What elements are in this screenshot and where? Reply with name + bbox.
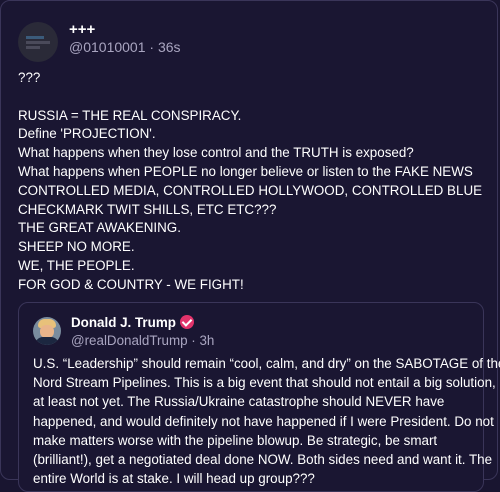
post-card[interactable]: +++ @01010001 · 36s ??? RUSSIA = THE REA… bbox=[0, 0, 500, 492]
quoted-author-handle[interactable]: @realDonaldTrump bbox=[71, 333, 188, 348]
avatar-graphic bbox=[26, 46, 40, 49]
post-body: ??? RUSSIA = THE REAL CONSPIRACY. Define… bbox=[18, 69, 488, 295]
author-display-name[interactable]: +++ bbox=[69, 21, 95, 38]
quoted-post-line: U.S. “Leadership” should remain “cool, c… bbox=[33, 356, 500, 371]
author-handle-line: @01010001 · 36s bbox=[69, 39, 181, 55]
post-timestamp[interactable]: 36s bbox=[158, 39, 181, 55]
post-line: ??? bbox=[18, 70, 41, 85]
post-line: CHECKMARK TWIT SHILLS, ETC ETC??? bbox=[18, 201, 277, 217]
quoted-post-body: U.S. “Leadership” should remain “cool, c… bbox=[33, 354, 500, 488]
quoted-post-line: entire World is at stake. I will head up… bbox=[33, 471, 315, 487]
post-line: WE, THE PEOPLE. bbox=[18, 257, 135, 273]
post-line: RUSSIA = THE REAL CONSPIRACY. bbox=[18, 107, 242, 123]
quoted-author-avatar[interactable] bbox=[33, 317, 61, 345]
post-line: FOR GOD & COUNTRY - WE FIGHT! bbox=[18, 276, 244, 292]
post-line-blank bbox=[18, 88, 488, 107]
quoted-author-handle-line: @realDonaldTrump · 3h bbox=[71, 333, 214, 348]
quoted-post-line: Nord Stream Pipelines. This is a big eve… bbox=[33, 375, 496, 391]
quoted-author-name-line: Donald J. Trump bbox=[71, 315, 194, 330]
verified-badge-icon bbox=[179, 315, 194, 329]
avatar-graphic bbox=[26, 41, 50, 44]
post-line: What happens when PEOPLE no longer belie… bbox=[18, 163, 473, 179]
post-line: CONTROLLED MEDIA, CONTROLLED HOLLYWOOD, … bbox=[18, 182, 483, 198]
post-line: What happens when they lose control and … bbox=[18, 145, 414, 161]
avatar-graphic bbox=[26, 36, 44, 39]
quoted-post-line: (brilliant!), get a negotiated deal done… bbox=[33, 452, 493, 468]
quoted-post-line: make matters worse with the pipeline blo… bbox=[33, 432, 438, 448]
author-handle[interactable]: @01010001 bbox=[69, 39, 146, 55]
avatar-graphic bbox=[35, 337, 59, 345]
post-line: SHEEP NO MORE. bbox=[18, 239, 135, 255]
quoted-post-line: at least not yet. The Russia/Ukraine cat… bbox=[33, 394, 445, 410]
quoted-post-timestamp[interactable]: 3h bbox=[199, 333, 214, 348]
quoted-post-line: happened, and would definitely not have … bbox=[33, 413, 494, 429]
meta-separator: · bbox=[191, 333, 196, 348]
avatar[interactable] bbox=[18, 22, 58, 62]
quoted-post-card[interactable]: Donald J. Trump @realDonaldTrump · 3h U.… bbox=[18, 302, 500, 492]
feed-background: +++ @01010001 · 36s ??? RUSSIA = THE REA… bbox=[0, 0, 500, 492]
quoted-author-display-name[interactable]: Donald J. Trump bbox=[71, 315, 176, 330]
meta-separator: · bbox=[149, 39, 155, 55]
post-line: Define 'PROJECTION'. bbox=[18, 126, 156, 142]
post-line: THE GREAT AWAKENING. bbox=[18, 220, 181, 236]
